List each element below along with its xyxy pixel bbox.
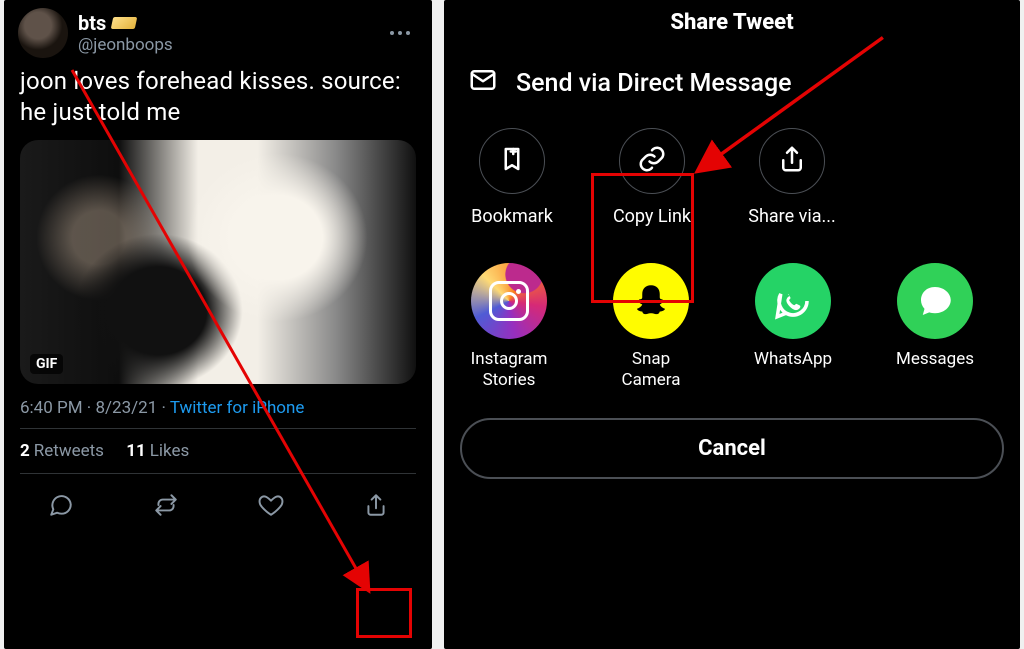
time-label: 6:40 PM — [20, 398, 83, 418]
share-via-button[interactable]: Share via... — [748, 128, 836, 227]
send-dm-button[interactable]: Send via Direct Message — [444, 53, 1020, 128]
instagram-icon — [471, 263, 547, 339]
reply-button[interactable] — [36, 484, 86, 526]
app-label: Snap Camera — [602, 349, 700, 392]
send-dm-label: Send via Direct Message — [516, 69, 792, 98]
cancel-button[interactable]: Cancel — [460, 418, 1004, 479]
tweet-gif-media[interactable]: GIF — [20, 140, 416, 384]
emoji-gold-bar-icon — [111, 17, 138, 29]
tweet-action-bar — [4, 474, 432, 538]
more-options-button[interactable] — [382, 23, 418, 43]
user-block[interactable]: bts @jeonboops — [78, 11, 382, 55]
tweet-stats: 2Retweets 11Likes — [4, 429, 432, 473]
share-apps-row: Instagram Stories Snap Camera WhatsApp M… — [444, 251, 1020, 392]
share-button[interactable] — [351, 484, 401, 526]
gif-badge: GIF — [30, 354, 63, 374]
tweet-metadata: 6:40 PM · 8/23/21 · Twitter for iPhone — [4, 384, 432, 428]
snapchat-icon — [613, 263, 689, 339]
copy-link-label: Copy Link — [613, 206, 691, 227]
tweet-detail-panel: bts @jeonboops joon loves forehead kisse… — [4, 0, 432, 649]
app-instagram-stories[interactable]: Instagram Stories — [460, 263, 558, 392]
share-via-label: Share via... — [748, 206, 835, 227]
app-label: WhatsApp — [754, 349, 832, 370]
cancel-label: Cancel — [698, 436, 766, 461]
app-label: Instagram Stories — [460, 349, 558, 392]
retweets-stat[interactable]: 2Retweets — [20, 441, 104, 461]
app-label: Messages — [896, 349, 974, 370]
envelope-icon — [468, 65, 498, 102]
tweet-text: joon loves forehead kisses. source: he j… — [4, 64, 432, 140]
retweet-button[interactable] — [141, 484, 191, 526]
share-quick-actions: Bookmark Copy Link Share via... — [444, 128, 1020, 251]
messages-icon — [897, 263, 973, 339]
app-snap-camera[interactable]: Snap Camera — [602, 263, 700, 392]
source-app-link[interactable]: Twitter for iPhone — [170, 398, 305, 418]
tweet-header: bts @jeonboops — [4, 0, 432, 64]
app-whatsapp[interactable]: WhatsApp — [744, 263, 842, 392]
like-button[interactable] — [246, 484, 296, 526]
annotation-highlight-share — [356, 588, 412, 638]
copy-link-button[interactable]: Copy Link — [608, 128, 696, 227]
share-sheet-panel: Share Tweet Send via Direct Message Book… — [444, 0, 1020, 649]
link-icon — [637, 144, 667, 178]
app-messages[interactable]: Messages — [886, 263, 984, 392]
whatsapp-icon — [755, 263, 831, 339]
handle: @jeonboops — [78, 35, 382, 55]
share-sheet-title: Share Tweet — [444, 0, 1020, 53]
share-via-icon — [777, 144, 807, 178]
display-name: bts — [78, 11, 106, 35]
bookmark-label: Bookmark — [471, 206, 553, 227]
date-label: 8/23/21 — [95, 398, 157, 418]
bookmark-button[interactable]: Bookmark — [468, 128, 556, 227]
bookmark-icon — [497, 144, 527, 178]
avatar[interactable] — [18, 8, 68, 58]
likes-stat[interactable]: 11Likes — [126, 441, 189, 461]
